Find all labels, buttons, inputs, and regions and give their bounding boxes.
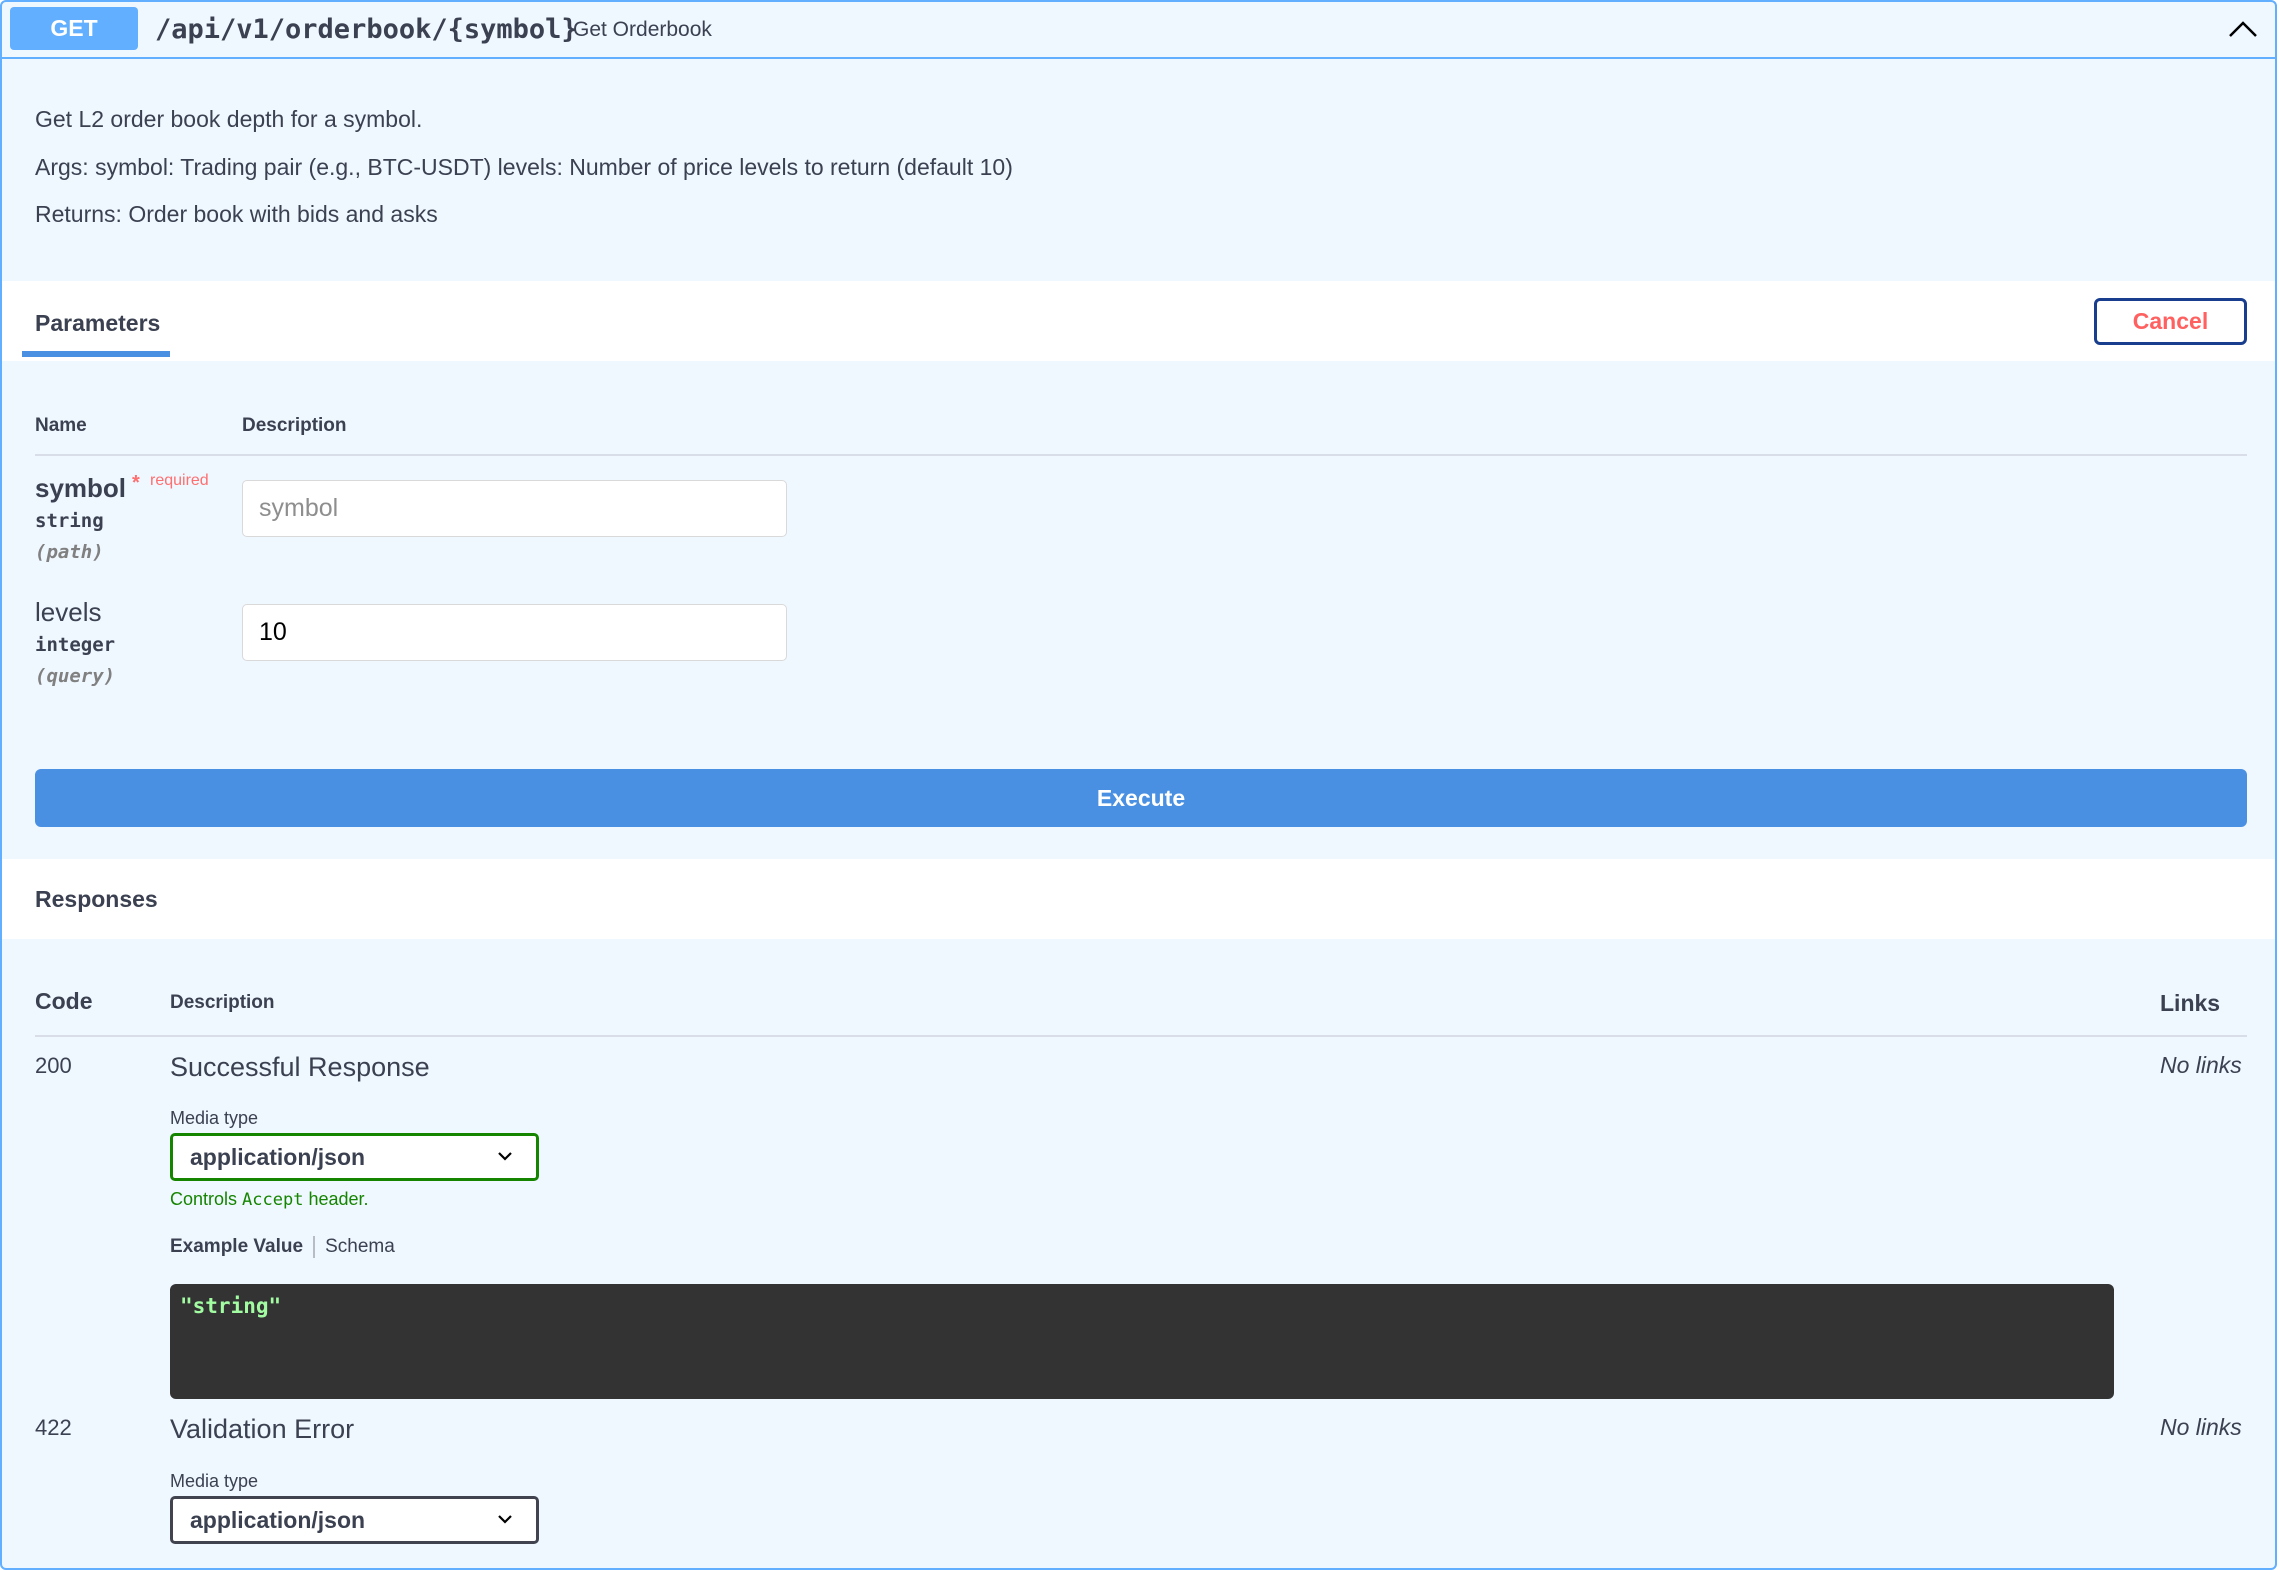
response-links-200: No links	[2160, 1052, 2242, 1078]
description-line-2: Args: symbol: Trading pair (e.g., BTC-US…	[35, 154, 1013, 180]
response-desc-422: Validation Error	[170, 1414, 355, 1444]
media-type-label: Media type	[170, 1471, 259, 1491]
response-desc-200: Successful Response	[170, 1052, 430, 1082]
media-type-label: Media type	[170, 1108, 259, 1128]
method-badge: GET	[10, 7, 138, 50]
execute-button[interactable]: Execute	[35, 769, 2247, 827]
description-line-3: Returns: Order book with bids and asks	[35, 201, 438, 227]
required-label: required	[150, 472, 209, 489]
param-col-name: Name	[35, 415, 87, 436]
divider	[35, 454, 2247, 456]
response-code-200: 200	[35, 1053, 72, 1078]
chevron-down-icon	[498, 1515, 512, 1524]
example-value-code: "string"	[170, 1284, 2114, 1399]
response-code-422: 422	[35, 1415, 72, 1440]
tab-parameters[interactable]: Parameters	[35, 310, 160, 337]
response-links-422: No links	[2160, 1414, 2242, 1440]
tab-active-indicator	[22, 351, 170, 357]
chevron-up-icon[interactable]	[2226, 14, 2260, 44]
chevron-down-icon	[498, 1152, 512, 1161]
divider	[35, 1035, 2247, 1037]
param-name-symbol: symbol	[35, 473, 127, 503]
endpoint-path: /api/v1/orderbook/{symbol}	[155, 14, 578, 45]
operation-summary-text: Get Orderbook	[573, 18, 712, 41]
required-star: *	[132, 472, 140, 494]
tab-example-value[interactable]: Example Value	[170, 1236, 303, 1257]
responses-title: Responses	[35, 886, 158, 912]
tab-separator	[313, 1236, 316, 1258]
param-type-symbol: string	[35, 510, 104, 532]
levels-input[interactable]	[242, 604, 787, 661]
param-col-description: Description	[242, 415, 347, 436]
description-line-1: Get L2 order book depth for a symbol.	[35, 106, 423, 132]
tab-schema[interactable]: Schema	[325, 1236, 395, 1257]
media-type-value: application/json	[190, 1507, 366, 1533]
param-name-levels: levels	[35, 597, 102, 627]
resp-col-code: Code	[35, 988, 93, 1014]
cancel-button[interactable]: Cancel	[2094, 298, 2247, 345]
example-tabs: Example Value Schema	[170, 1236, 395, 1258]
operation-summary[interactable]: GET /api/v1/orderbook/{symbol} Get Order…	[2, 2, 2275, 59]
responses-header: Responses	[2, 859, 2275, 939]
media-type-select[interactable]: application/json	[170, 1496, 539, 1544]
parameters-header: Parameters Cancel	[2, 281, 2275, 361]
param-in-symbol: (path)	[35, 541, 104, 563]
controls-accept-note: Controls Accept header.	[170, 1189, 369, 1210]
param-in-levels: (query)	[35, 665, 116, 687]
symbol-input[interactable]	[242, 480, 787, 537]
param-type-levels: integer	[35, 634, 116, 656]
media-type-value: application/json	[190, 1144, 366, 1170]
resp-col-links: Links	[2160, 990, 2221, 1016]
operation-block: GET /api/v1/orderbook/{symbol} Get Order…	[0, 0, 2277, 1570]
resp-col-description: Description	[170, 992, 275, 1013]
media-type-select[interactable]: application/json	[170, 1133, 539, 1181]
